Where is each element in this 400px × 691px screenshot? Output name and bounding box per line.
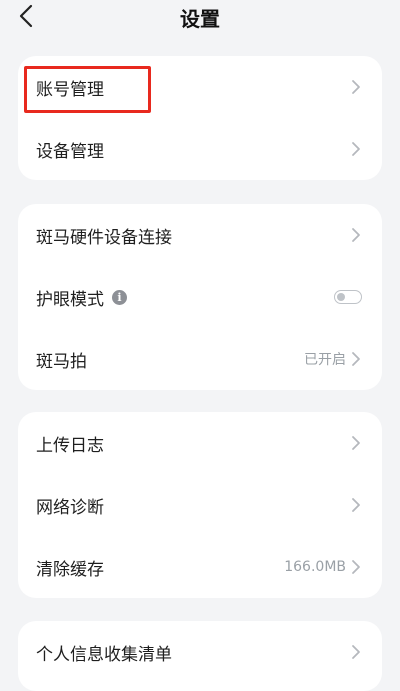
row-label: 个人信息收集清单 [36,644,172,665]
row-label: 护眼模式 [36,289,104,310]
chevron-right-icon [352,142,360,156]
settings-card-privacy: 个人信息收集清单 [18,621,382,691]
settings-card-devices: 斑马硬件设备连接 护眼模式 i 斑马拍 已开启 [18,204,382,390]
row-label: 上传日志 [36,435,104,456]
cache-size-value: 166.0MB [284,559,346,575]
row-right [334,290,362,304]
row-label: 清除缓存 [36,559,104,580]
row-right [350,497,362,513]
info-icon[interactable]: i [112,289,127,305]
eye-protection-row: 护眼模式 i [18,266,382,328]
settings-card-tools: 上传日志 网络诊断 清除缓存 166.0MB [18,412,382,598]
row-right [350,141,362,157]
row-label: 斑马拍 [36,351,87,372]
chevron-right-icon [352,80,360,94]
zebra-snap-row[interactable]: 斑马拍 已开启 [18,328,382,390]
settings-card-account: 账号管理 设备管理 [18,56,382,180]
chevron-right-icon [352,436,360,450]
device-management-row[interactable]: 设备管理 [18,118,382,180]
upload-log-row[interactable]: 上传日志 [18,412,382,474]
chevron-right-icon [352,645,360,659]
clear-cache-row[interactable]: 清除缓存 166.0MB [18,536,382,598]
page-title: 设置 [180,7,220,31]
chevron-right-icon [352,498,360,512]
personal-info-list-row[interactable]: 个人信息收集清单 [18,621,382,683]
header: 设置 [0,0,400,34]
chevron-right-icon [352,560,360,574]
row-right [350,79,362,95]
row-right: 已开启 [304,349,362,369]
row-right [350,644,362,660]
zebra-hardware-connect-row[interactable]: 斑马硬件设备连接 [18,204,382,266]
account-management-row[interactable]: 账号管理 [18,56,382,118]
toggle-knob [337,292,345,301]
status-value: 已开启 [304,352,346,368]
row-label: 网络诊断 [36,497,104,518]
row-right [350,435,362,451]
row-right [350,227,362,243]
network-diagnosis-row[interactable]: 网络诊断 [18,474,382,536]
row-label: 账号管理 [36,79,104,100]
chevron-right-icon [352,352,360,366]
row-label: 设备管理 [36,141,104,162]
row-right: 166.0MB [284,559,362,575]
eye-protection-toggle[interactable] [334,290,362,304]
row-label: 斑马硬件设备连接 [36,227,172,248]
chevron-right-icon [352,228,360,242]
